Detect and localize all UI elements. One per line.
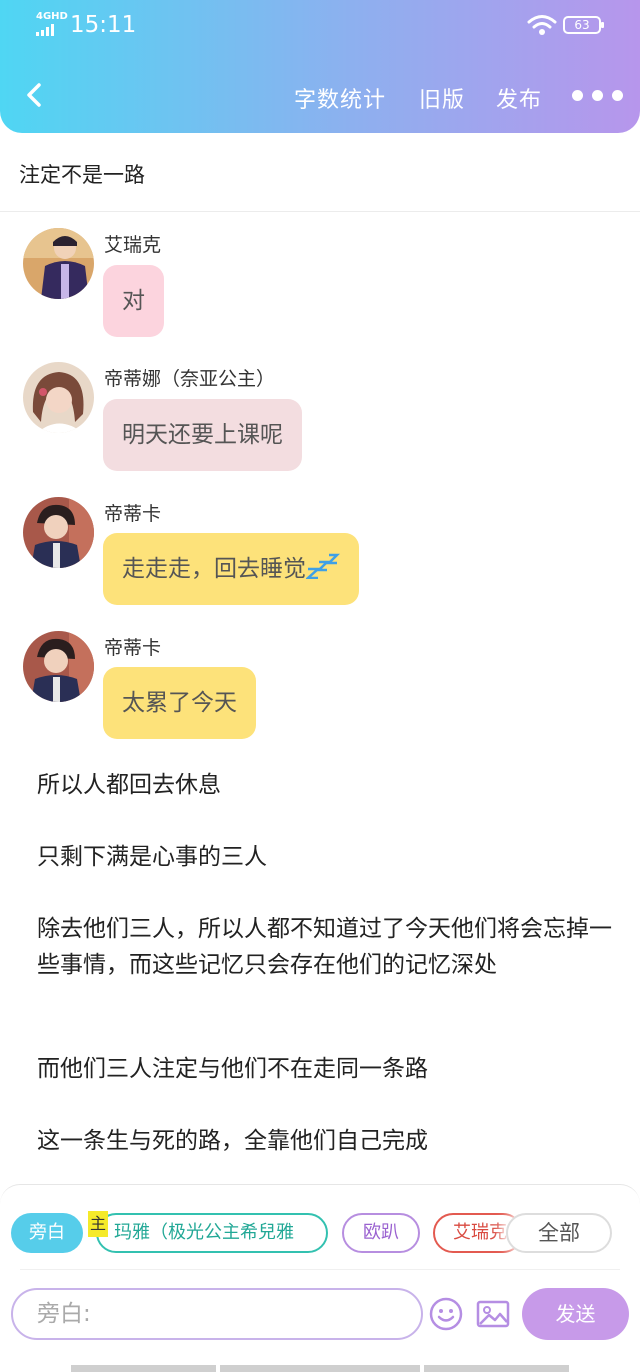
sender-name: 帝蒂卡	[104, 637, 162, 659]
role-chip-maya[interactable]: 玛雅（极光公主希兒雅	[96, 1213, 328, 1253]
sender-name: 帝蒂娜（奈亚公主）	[104, 368, 276, 390]
top-header: 4GHD 15:11 63 字数统计 旧版 发布	[0, 0, 640, 133]
story-title[interactable]: 注定不是一路	[19, 159, 145, 189]
narration-paragraph[interactable]: 所以人都回去休息	[37, 767, 617, 803]
avatar[interactable]	[23, 228, 94, 299]
status-bar: 4GHD 15:11 63	[0, 10, 640, 42]
divider	[20, 1269, 620, 1270]
image-icon[interactable]	[475, 1296, 511, 1332]
message-bubble[interactable]: 走走走，回去睡觉	[103, 533, 359, 605]
back-arrow-icon[interactable]	[20, 80, 50, 110]
message-bubble[interactable]: 太累了今天	[103, 667, 256, 739]
publish-button[interactable]: 发布	[496, 82, 542, 114]
message-input[interactable]: 旁白:	[11, 1288, 423, 1340]
narration-paragraph[interactable]: 这一条生与死的路，全靠他们自己完成	[37, 1123, 617, 1159]
battery-indicator: 63	[563, 16, 604, 34]
nav-bar: 字数统计 旧版 发布	[0, 74, 640, 120]
avatar[interactable]	[23, 362, 94, 433]
all-roles-button[interactable]: 全部	[506, 1213, 612, 1253]
status-time: 15:11	[70, 12, 137, 38]
message-bubble[interactable]: 对	[103, 265, 164, 337]
network-type: 4GHD	[36, 11, 68, 22]
narration-paragraph[interactable]: 而他们三人注定与他们不在走同一条路	[37, 1051, 617, 1087]
nav-bar-segment	[424, 1365, 569, 1372]
narration-paragraph[interactable]: 只剩下满是心事的三人	[37, 839, 617, 875]
sender-name: 帝蒂卡	[104, 503, 162, 525]
role-chip-narrator[interactable]: 旁白	[11, 1213, 83, 1253]
main-role-tag: 主	[88, 1211, 108, 1237]
send-button[interactable]: 发送	[522, 1288, 629, 1340]
narration-paragraph[interactable]: 除去他们三人，所以人都不知道过了今天他们将会忘掉一些事情，而这些记忆只会存在他们…	[37, 911, 617, 983]
old-version-button[interactable]: 旧版	[419, 82, 465, 114]
more-options-icon[interactable]	[572, 88, 624, 102]
avatar[interactable]	[23, 631, 94, 702]
message-bubble[interactable]: 明天还要上课呢	[103, 399, 302, 471]
signal-icon	[36, 24, 60, 36]
title-row: 注定不是一路	[0, 133, 640, 212]
nav-bar-segment	[220, 1365, 420, 1372]
avatar[interactable]	[23, 497, 94, 568]
sleeping-zzz-icon	[306, 553, 340, 579]
word-count-button[interactable]: 字数统计	[294, 82, 386, 114]
role-chip-opa[interactable]: 欧趴	[342, 1213, 420, 1253]
composer-panel: 旁白 玛雅（极光公主希兒雅 主 欧趴 艾瑞克 全部 旁白: 发送	[0, 1184, 640, 1372]
message-text: 走走走，回去睡觉	[122, 556, 306, 582]
wifi-icon	[527, 15, 557, 35]
emoji-icon[interactable]	[428, 1296, 464, 1332]
sender-name: 艾瑞克	[104, 234, 162, 256]
role-selector: 旁白 玛雅（极光公主希兒雅 主 欧趴 艾瑞克 全部	[0, 1211, 640, 1257]
nav-bar-segment	[71, 1365, 216, 1372]
